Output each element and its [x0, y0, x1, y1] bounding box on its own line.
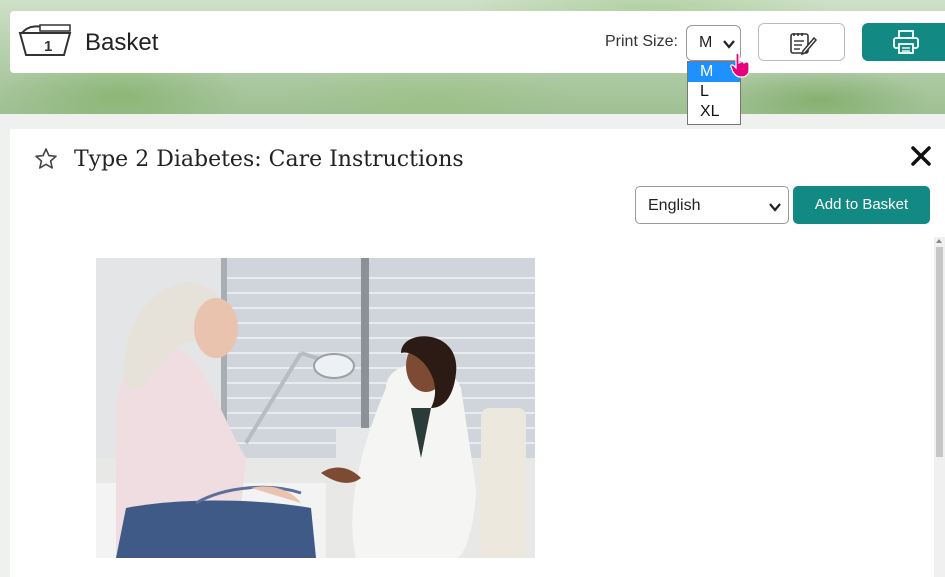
star-outline-icon[interactable]: [34, 147, 58, 171]
chevron-down-icon: [723, 40, 735, 49]
basket-count: 1: [44, 38, 52, 55]
notes-button[interactable]: [758, 23, 845, 61]
notes-edit-icon: [790, 33, 817, 55]
print-button[interactable]: [862, 23, 945, 61]
close-icon[interactable]: [910, 145, 932, 167]
add-to-basket-button[interactable]: Add to Basket: [793, 186, 930, 224]
basket-title[interactable]: Basket: [85, 29, 158, 57]
chevron-down-icon: [769, 203, 781, 212]
top-bar: 1 Basket Print Size: M: [10, 11, 945, 73]
patient-doctor-photo: [96, 258, 535, 558]
scrollbar[interactable]: [934, 237, 945, 577]
print-size-value: M: [699, 34, 713, 51]
document-panel: Type 2 Diabetes: Care Instructions Engli…: [10, 129, 945, 577]
document-title: Type 2 Diabetes: Care Instructions: [74, 147, 464, 172]
language-select[interactable]: English: [635, 186, 789, 224]
printer-icon: [893, 30, 919, 54]
language-value: English: [648, 197, 701, 214]
scroll-up-arrow[interactable]: [936, 239, 942, 243]
hand-pointer-icon: [730, 52, 750, 78]
basket-icon[interactable]: 1: [18, 23, 72, 57]
scrollbar-thumb[interactable]: [936, 247, 943, 457]
print-size-option[interactable]: XL: [688, 102, 740, 122]
print-size-option[interactable]: L: [688, 82, 740, 102]
print-size-label: Print Size:: [605, 33, 678, 50]
